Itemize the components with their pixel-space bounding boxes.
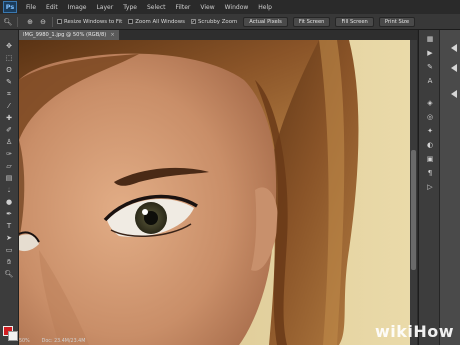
actions-icon[interactable]: ▶ (424, 47, 436, 58)
menu-file[interactable]: File (26, 4, 36, 11)
brush-preset-icon[interactable]: ✎ (424, 61, 436, 72)
dock-icon-strip: ▦ ▶ ✎ A ◈ ◎ ✦ ◐ ▣ ¶ ▷ (419, 30, 440, 345)
hand-icon[interactable]: ✋︎ (0, 256, 18, 268)
menu-window[interactable]: Window (225, 4, 249, 11)
menu-help[interactable]: Help (258, 4, 272, 11)
separator (17, 16, 18, 27)
wikihow-watermark: wikiHow (375, 322, 454, 341)
checkbox-box[interactable] (57, 19, 62, 24)
type-icon[interactable]: T (0, 220, 18, 232)
menu-view[interactable]: View (200, 4, 214, 11)
path-select-icon[interactable]: ➤ (0, 232, 18, 244)
zoom-all-label: Zoom All Windows (135, 18, 185, 25)
actual-pixels-button[interactable]: Actual Pixels (243, 16, 288, 27)
pen-icon[interactable]: ✒ (0, 208, 18, 220)
history-icon[interactable]: ▦ (424, 33, 436, 44)
close-icon[interactable]: × (110, 32, 114, 38)
document-tab[interactable]: IMG_9980_1.jpg @ 50% (RGB/8) × (19, 30, 119, 40)
marquee-icon[interactable]: ⬚ (0, 52, 18, 64)
menu-select[interactable]: Select (147, 4, 166, 11)
eyedropper-icon[interactable]: ⁄ (0, 100, 18, 112)
lasso-icon[interactable]: ʘ (0, 64, 18, 76)
menu-edit[interactable]: Edit (46, 4, 58, 11)
document-canvas[interactable] (19, 40, 410, 345)
watermark-wiki: wiki (374, 322, 414, 341)
tools-panel: ✥ ⬚ ʘ ✎ ⌗ ⁄ ✚ ✐ ♙ ✑ ▱ ▤ 💧︎ ● ✒ T ➤ ▭ ✋︎ … (0, 30, 19, 345)
zoom-icon[interactable]: 🔍︎ (0, 268, 18, 280)
options-bar: 🔍︎ ⊕ ⊖ Resize Windows to Fit Zoom All Wi… (0, 14, 460, 30)
gradient-icon[interactable]: ▤ (0, 172, 18, 184)
zoom-all-windows-checkbox[interactable]: Zoom All Windows (128, 19, 185, 25)
color-swatches[interactable] (3, 326, 18, 341)
expand-panel-icon[interactable] (451, 64, 457, 72)
checkbox-box-checked[interactable]: ✓ (190, 19, 196, 25)
menu-type[interactable]: Type (123, 4, 137, 11)
photo (19, 40, 410, 345)
zoom-in-icon[interactable]: ⊕ (25, 17, 35, 27)
play-icon[interactable]: ▷ (424, 181, 436, 192)
channels-icon[interactable]: ◎ (424, 111, 436, 122)
status-bar: 50% Doc: 23.4M/23.4M (19, 338, 279, 345)
separator (52, 16, 53, 27)
paths-icon[interactable]: ✦ (424, 125, 436, 136)
background-color[interactable] (8, 331, 18, 341)
resize-windows-label: Resize Windows to Fit (64, 18, 123, 25)
blur-icon[interactable]: 💧︎ (0, 184, 18, 196)
panel-dock: ▦ ▶ ✎ A ◈ ◎ ✦ ◐ ▣ ¶ ▷ (418, 30, 460, 345)
zoom-tool-icon[interactable]: 🔍︎ (3, 17, 13, 27)
menu-layer[interactable]: Layer (96, 4, 113, 11)
history-brush-icon[interactable]: ✑ (0, 148, 18, 160)
paragraph-icon[interactable]: ¶ (424, 167, 436, 178)
menu-image[interactable]: Image (68, 4, 87, 11)
character-icon[interactable]: A (424, 75, 436, 86)
fill-screen-button[interactable]: Fill Screen (335, 16, 374, 27)
crop-icon[interactable]: ⌗ (0, 88, 18, 100)
shape-icon[interactable]: ▭ (0, 244, 18, 256)
expand-panel-icon[interactable] (451, 90, 457, 98)
resize-windows-checkbox[interactable]: Resize Windows to Fit (57, 19, 122, 25)
zoom-out-icon[interactable]: ⊖ (38, 17, 48, 27)
scrubby-zoom-label: Scrubby Zoom (197, 18, 238, 25)
vertical-scrollbar[interactable] (410, 40, 417, 345)
layers-icon[interactable]: ◈ (424, 97, 436, 108)
expand-panel-icon[interactable] (451, 44, 457, 52)
document-tab-bar: IMG_9980_1.jpg @ 50% (RGB/8) × (19, 30, 417, 40)
document-size: Doc: 23.4M/23.4M (41, 339, 86, 344)
watermark-how: How (413, 322, 454, 341)
dodge-icon[interactable]: ● (0, 196, 18, 208)
document-title: IMG_9980_1.jpg @ 50% (RGB/8) (23, 32, 107, 38)
styles-icon[interactable]: ▣ (424, 153, 436, 164)
menu-bar: Ps File Edit Image Layer Type Select Fil… (0, 0, 460, 14)
zoom-level[interactable]: 50% (19, 339, 30, 344)
scrubby-zoom-checkbox[interactable]: ✓ Scrubby Zoom (190, 18, 238, 25)
checkbox-box[interactable] (128, 19, 134, 24)
photoshop-logo: Ps (3, 1, 17, 13)
menu-filter[interactable]: Filter (176, 4, 191, 11)
move-icon[interactable]: ✥ (0, 40, 18, 52)
clone-stamp-icon[interactable]: ♙ (0, 136, 18, 148)
eraser-icon[interactable]: ▱ (0, 160, 18, 172)
scrollbar-thumb[interactable] (411, 150, 416, 270)
brush-icon[interactable]: ✐ (0, 124, 18, 136)
healing-icon[interactable]: ✚ (0, 112, 18, 124)
quick-select-icon[interactable]: ✎ (0, 76, 18, 88)
fit-screen-button[interactable]: Fit Screen (292, 16, 331, 27)
print-size-button[interactable]: Print Size (378, 16, 416, 27)
adjustments-icon[interactable]: ◐ (424, 139, 436, 150)
